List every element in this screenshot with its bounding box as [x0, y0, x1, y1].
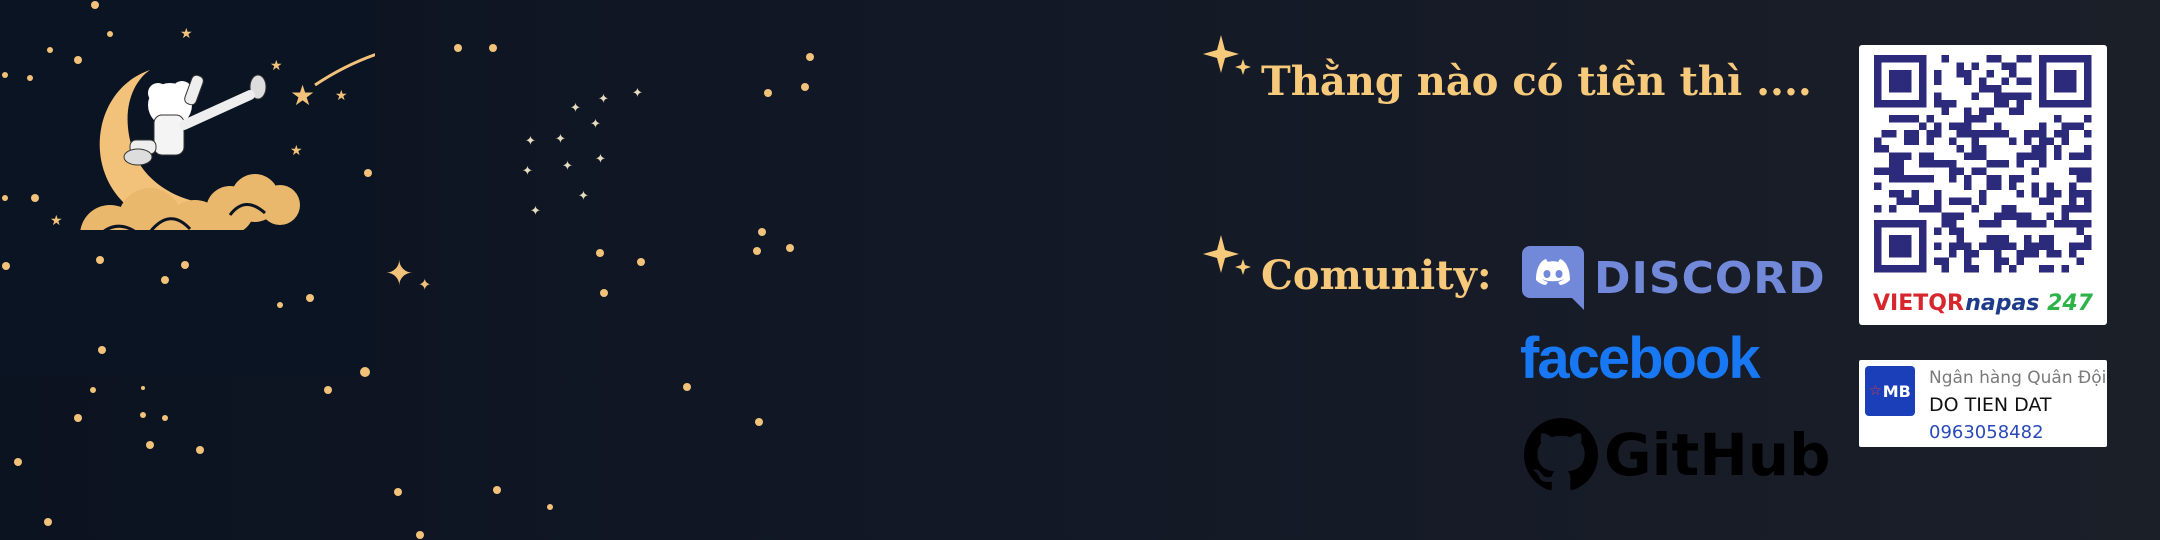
github-label: GitHub: [1604, 421, 1831, 489]
community-heading: Comunity:: [1261, 252, 1492, 299]
svg-text:✦: ✦: [555, 132, 566, 147]
facebook-link[interactable]: facebook: [1520, 325, 1761, 392]
svg-text:✦: ✦: [385, 254, 414, 294]
svg-text:✦: ✦: [530, 204, 541, 219]
sparkle-icon: [1203, 235, 1251, 275]
discord-link[interactable]: DISCORD: [1522, 246, 1826, 310]
mb-logo-text: MB: [1882, 381, 1911, 401]
qr-code-card: VIETQR napas 247: [1859, 45, 2107, 325]
svg-text:✦: ✦: [522, 164, 533, 179]
github-icon: [1524, 418, 1598, 491]
svg-text:✦: ✦: [525, 134, 536, 149]
vietqr-logo: VIETQR: [1873, 290, 1964, 316]
bank-info-card: ☆ MB Ngân hàng Quân Đội DO TIEN DAT 09630…: [1859, 360, 2107, 447]
bank-name: Ngân hàng Quân Đội: [1929, 368, 2107, 388]
github-link[interactable]: GitHub: [1524, 418, 1831, 492]
account-holder: DO TIEN DAT: [1929, 394, 2052, 416]
svg-text:✦: ✦: [562, 159, 573, 174]
svg-text:✦: ✦: [418, 275, 431, 294]
svg-text:✦: ✦: [578, 189, 589, 204]
svg-text:✦: ✦: [598, 92, 609, 107]
mb-bank-logo: ☆ MB: [1865, 366, 1915, 416]
napas-logo: napas 247: [1965, 291, 2093, 316]
star-field: ✦ ✦ ✦✦ ✦✦ ✦ ✦ ✦✦ ✦ ✦ ✦: [2, 1, 814, 539]
qr-brand-footer: VIETQR napas 247: [1859, 287, 2107, 319]
account-number: 0963058482: [1929, 422, 2044, 443]
napas-number: 247: [2047, 290, 2093, 316]
discord-icon: [1522, 246, 1584, 310]
svg-text:✦: ✦: [570, 101, 581, 116]
napas-text: napas: [1965, 290, 2040, 316]
donate-heading: Thằng nào có tiền thì ....: [1261, 58, 1812, 105]
qr-code: [1874, 55, 2092, 273]
facebook-label: facebook: [1520, 326, 1761, 391]
svg-text:✦: ✦: [595, 152, 606, 167]
svg-text:✦: ✦: [632, 86, 643, 101]
sparkle-icon: [1203, 35, 1251, 75]
discord-label: DISCORD: [1594, 252, 1826, 304]
svg-text:✦: ✦: [590, 117, 601, 132]
